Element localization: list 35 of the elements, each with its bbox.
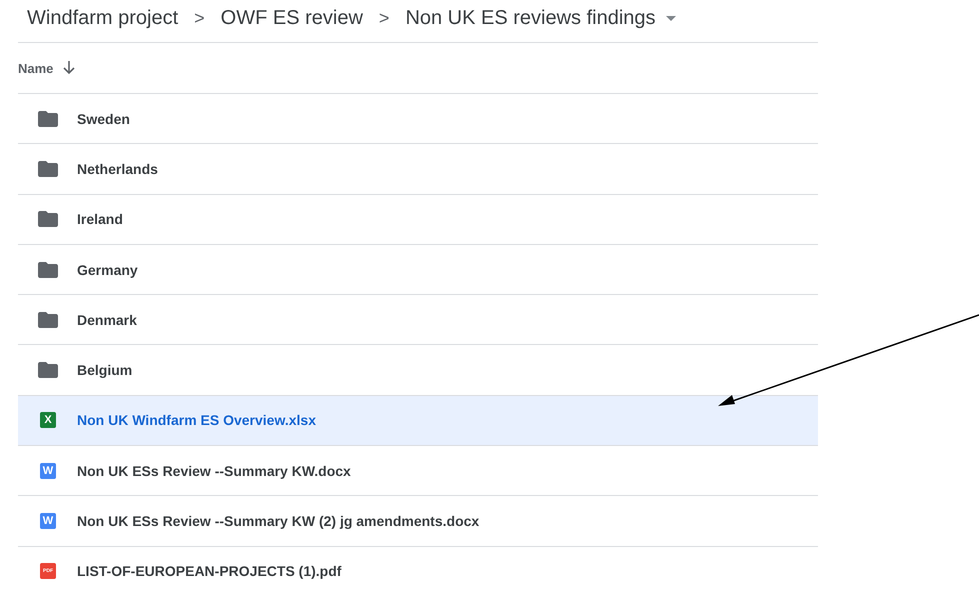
folder-icon [38, 262, 58, 278]
breadcrumb-link[interactable]: Non UK ES reviews findings [397, 6, 664, 30]
file-row[interactable]: Ireland [18, 194, 818, 245]
file-row[interactable]: Germany [18, 244, 818, 296]
folder-icon [38, 211, 58, 228]
file-name: Belgium [77, 362, 132, 378]
file-name: Germany [77, 262, 138, 278]
file-name: Non UK Windfarm ES Overview.xlsx [77, 412, 316, 428]
file-row[interactable]: X Non UK Windfarm ES Overview.xlsx [18, 396, 818, 446]
folder-icon [38, 160, 58, 177]
file-row[interactable]: W Non UK ESs Review --Summary KW (2) jg amendments.docx [18, 496, 818, 547]
file-name: Non UK ESs Review --Summary KW (2) jg amendments.docx [77, 513, 480, 530]
folder-icon [38, 110, 58, 127]
breadcrumb-separator: > [193, 8, 206, 28]
caret-icon[interactable] [666, 16, 676, 20]
breadcrumb-link[interactable]: OWF ES review [212, 6, 371, 30]
file-row[interactable]: Netherlands [18, 144, 818, 195]
folder-icon [38, 362, 58, 378]
breadcrumb-separator: > [378, 8, 390, 28]
file-name: Netherlands [77, 160, 158, 177]
sort-down-icon[interactable] [63, 61, 76, 75]
folder-icon [38, 312, 58, 328]
column-header[interactable]: Name [18, 60, 54, 76]
file-name: Sweden [77, 110, 130, 127]
breadcrumb-link[interactable]: Windfarm project [19, 6, 186, 30]
file-name: LIST-OF-EUROPEAN-PROJECTS (1).pdf [77, 563, 342, 580]
document-icon: W [40, 462, 56, 479]
file-name: Denmark [77, 312, 137, 328]
document-icon: W [40, 513, 56, 530]
file-row[interactable]: Denmark [18, 295, 818, 346]
spreadsheet-icon: X [40, 412, 56, 428]
file-name: Ireland [77, 211, 123, 228]
file-row[interactable]: Sweden [18, 94, 818, 144]
file-name: Non UK ESs Review --Summary KW.docx [77, 462, 351, 479]
file-row[interactable]: W Non UK ESs Review --Summary KW.docx [18, 446, 818, 496]
